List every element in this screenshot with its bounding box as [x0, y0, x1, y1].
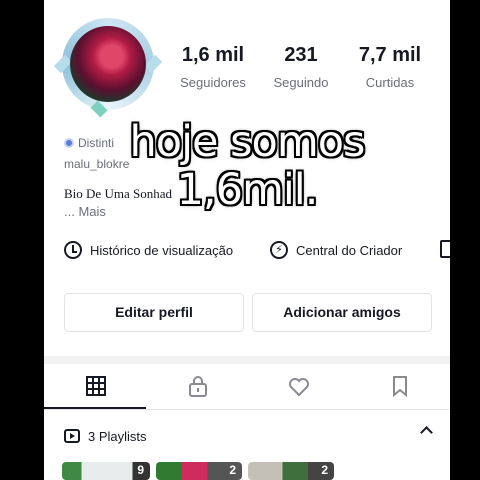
- caption-line-2: 1,6mil.: [176, 165, 319, 215]
- avatar[interactable]: [62, 18, 154, 118]
- watch-history-label: Histórico de visualização: [90, 242, 234, 258]
- active-tab-indicator: [44, 407, 146, 409]
- video-caption-overlay: hoje somos 1,6mil.: [44, 118, 450, 214]
- right-letterbox: [450, 0, 480, 480]
- lock-icon[interactable]: [186, 374, 210, 398]
- playlist-count: 2: [321, 463, 328, 477]
- grid-icon[interactable]: [84, 374, 108, 398]
- following-count: 231: [284, 44, 318, 66]
- bolt-icon: ⚡: [270, 241, 288, 259]
- bag-icon[interactable]: [440, 240, 450, 258]
- caption-line-1: hoje somos: [129, 117, 366, 167]
- playlist-thumbnail[interactable]: 2: [156, 462, 242, 480]
- watch-history-link[interactable]: Histórico de visualização: [64, 239, 233, 261]
- playlists-label: 3 Playlists: [88, 428, 147, 444]
- edit-profile-button[interactable]: Editar perfil: [64, 293, 244, 332]
- likes-stat[interactable]: 7,7 mil Curtidas: [350, 44, 430, 90]
- creator-center-label: Central do Criador: [296, 242, 403, 258]
- playlist-count: 2: [229, 463, 236, 477]
- likes-count: 7,7 mil: [358, 44, 422, 66]
- heart-icon[interactable]: [287, 374, 311, 398]
- followers-count: 1,6 mil: [181, 44, 245, 66]
- followers-label: Seguidores: [180, 75, 246, 90]
- following-stat[interactable]: 231 Seguindo: [264, 44, 338, 90]
- playlists-header[interactable]: 3 Playlists: [64, 426, 434, 446]
- following-label: Seguindo: [273, 75, 329, 90]
- creator-center-link[interactable]: ⚡ Central do Criador: [270, 239, 402, 261]
- followers-stat[interactable]: 1,6 mil Seguidores: [172, 44, 254, 90]
- playlist-thumbnail[interactable]: 2: [248, 462, 334, 480]
- left-letterbox: [0, 0, 44, 480]
- section-divider: [44, 356, 450, 364]
- likes-label: Curtidas: [365, 75, 415, 90]
- playlist-thumbnail[interactable]: 9: [62, 462, 150, 480]
- bookmark-icon[interactable]: [388, 374, 412, 398]
- add-friends-button[interactable]: Adicionar amigos: [252, 293, 432, 332]
- playlist-count: 9: [137, 463, 144, 477]
- avatar-image: [70, 26, 146, 102]
- content-tabs: [44, 364, 450, 410]
- playlist-icon: [64, 429, 80, 443]
- profile-screen: 1,6 mil Seguidores 231 Seguindo 7,7 mil …: [44, 0, 450, 480]
- clock-icon: [64, 241, 82, 259]
